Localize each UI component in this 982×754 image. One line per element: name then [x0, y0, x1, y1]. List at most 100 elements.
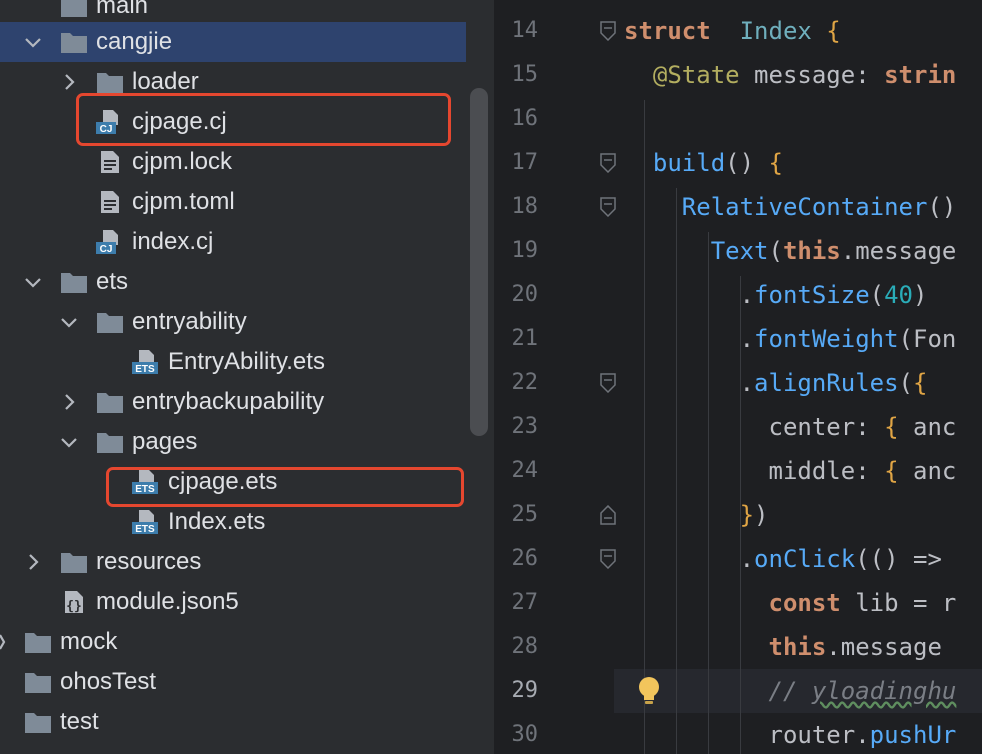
chevron-right-icon[interactable] [60, 382, 78, 422]
code-token: const [768, 589, 841, 617]
code-token: (Fon [898, 325, 957, 353]
code-token: // [768, 677, 812, 705]
code-token: ) [913, 281, 928, 309]
tree-item-label: ets [96, 268, 129, 295]
tree-item-mock[interactable]: mock [0, 622, 466, 662]
code-token: { [811, 17, 841, 45]
code-token: { [884, 457, 899, 485]
code-token: anc [898, 413, 957, 441]
code-token: anc [898, 457, 957, 485]
fold-marker-icon[interactable] [600, 21, 616, 42]
code-line-29[interactable]: // yloadinghu [624, 669, 957, 713]
code-line-26[interactable]: .onClick(() => [624, 537, 942, 581]
fold-marker-icon[interactable] [600, 373, 616, 394]
cj-file-icon: CJ [96, 110, 124, 134]
tree-item-index-ets[interactable]: ETS Index.ets [0, 502, 466, 542]
code-line-21[interactable]: .fontWeight(Fon [624, 317, 957, 361]
fold-marker-icon[interactable] [600, 549, 616, 570]
code-token: strin [884, 61, 957, 89]
code-token: router. [624, 721, 870, 749]
code-token: . [624, 281, 755, 309]
tree-item-ets[interactable]: ets [0, 262, 466, 302]
code-token: ( [869, 281, 885, 309]
tree-item-test[interactable]: test [0, 702, 466, 742]
chevron-down-icon[interactable] [24, 22, 42, 62]
code-token: this [768, 633, 827, 661]
code-token: fontSize [754, 281, 870, 309]
svg-text:CJ: CJ [100, 244, 113, 254]
chevron-right-icon[interactable] [60, 62, 78, 102]
tree-item-ohostest[interactable]: ohosTest [0, 662, 466, 702]
code-line-17[interactable]: build() { [624, 141, 783, 185]
code-token: struct [624, 17, 711, 45]
ets-file-icon: ETS [132, 350, 160, 374]
tree-item-label: module.json5 [96, 588, 239, 615]
tree-item-cjpm-lock[interactable]: cjpm.lock [0, 142, 466, 182]
code-line-22[interactable]: .alignRules({ [624, 361, 928, 405]
code-token: .message [826, 633, 942, 661]
code-line-14[interactable]: struct Index { [624, 9, 841, 53]
code-token: center: [624, 413, 885, 441]
tree-item-cangjie[interactable]: cangjie [0, 22, 466, 62]
code-token: . [624, 369, 755, 397]
line-number: 21 [511, 326, 539, 351]
tree-scrollbar[interactable] [470, 88, 488, 436]
line-number-gutter[interactable]: 14 15 16 17 18 19 20 21 22 23 24 25 26 27 28 29 30 [496, 0, 616, 754]
chevron-right-icon[interactable] [0, 622, 18, 662]
line-number: 14 [511, 18, 539, 43]
code-token: () [725, 149, 769, 177]
line-number: 25 [511, 502, 539, 527]
code-token: Text [710, 237, 769, 265]
code-line-15[interactable]: @State message: strin [624, 53, 956, 97]
code-line-19[interactable]: Text(this.message [624, 229, 957, 273]
code-line-24[interactable]: middle: { anc [624, 449, 956, 493]
code-token: . [624, 325, 755, 353]
tree-item-resources[interactable]: resources [0, 542, 466, 582]
line-number: 15 [511, 62, 539, 87]
code-token: RelativeContainer [681, 193, 928, 221]
ets-file-icon: ETS [132, 510, 160, 534]
line-number: 20 [511, 282, 539, 307]
code-line-23[interactable]: center: { anc [624, 405, 956, 449]
code-token: } [739, 501, 755, 529]
code-editor[interactable]: 14 15 16 17 18 19 20 21 22 23 24 25 26 27 28 29 30 struc… [496, 0, 982, 754]
code-line-25[interactable]: }) [624, 493, 769, 537]
fold-marker-icon[interactable] [600, 504, 616, 525]
tree-item-entryability[interactable]: entryability [0, 302, 466, 342]
svg-text:{}: {} [66, 599, 82, 614]
code-line-27[interactable]: const lib = r [624, 581, 957, 625]
code-token: (() => [855, 545, 942, 573]
project-tree-panel[interactable]: main cangjie loader CJ cjpage.cj cjpm.lock cjp… [0, 0, 494, 754]
tree-item-cjpage-ets[interactable]: ETS cjpage.ets [0, 462, 466, 502]
chevron-down-icon[interactable] [60, 302, 78, 342]
chevron-right-icon[interactable] [24, 542, 42, 582]
code-line-28[interactable]: this.message [624, 625, 942, 669]
code-line-20[interactable]: .fontSize(40) [624, 273, 928, 317]
fold-marker-icon[interactable] [600, 197, 616, 218]
code-token: () [927, 193, 957, 221]
code-token: .message [840, 237, 957, 265]
tree-item-cjpage-cj[interactable]: CJ cjpage.cj [0, 102, 466, 142]
tree-item-cjpm-toml[interactable]: cjpm.toml [0, 182, 466, 222]
tree-item-label: cangjie [96, 28, 173, 55]
tree-item-label: resources [96, 548, 202, 575]
tree-item-label: mock [60, 628, 118, 655]
lightbulb-icon[interactable] [636, 676, 662, 706]
tree-item-entrybackupability[interactable]: entrybackupability [0, 382, 466, 422]
tree-item-label: cjpm.lock [132, 148, 233, 175]
code-token: 40 [884, 281, 913, 309]
chevron-down-icon[interactable] [24, 262, 42, 302]
tree-item-label: test [60, 708, 99, 735]
tree-item-module-json5[interactable]: {} module.json5 [0, 582, 466, 622]
code-token: pushUr [869, 721, 957, 749]
tree-item-entryability-ets[interactable]: ETS EntryAbility.ets [0, 342, 466, 382]
tree-item-index-cj[interactable]: CJ index.cj [0, 222, 466, 262]
tree-item-loader[interactable]: loader [0, 62, 466, 102]
fold-marker-icon[interactable] [600, 153, 616, 174]
chevron-down-icon[interactable] [60, 422, 78, 462]
code-line-30[interactable]: router.pushUr [624, 713, 956, 754]
code-line-18[interactable]: RelativeContainer() [624, 185, 957, 229]
tree-item-pages[interactable]: pages [0, 422, 466, 462]
